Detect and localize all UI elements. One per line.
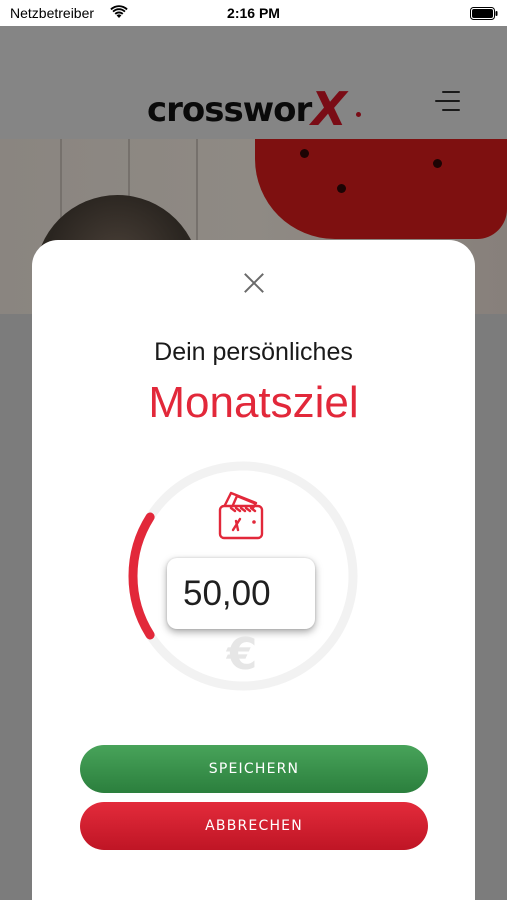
crossworx-logo[interactable]: crossworX [147,78,347,136]
battery-icon [470,7,498,20]
status-bar: Netzbetreiber 2:16 PM [0,0,507,26]
close-icon[interactable] [243,272,265,294]
amount-input[interactable] [167,558,315,629]
modal-title: Monatsziel [148,378,359,427]
modal-subtitle: Dein persönliches [154,338,353,366]
menu-icon[interactable] [435,91,460,111]
hero-red-object [255,139,507,239]
amount-field[interactable] [167,558,315,629]
save-button[interactable]: SPEICHERN [80,745,428,793]
clock-label: 2:16 PM [227,5,280,21]
euro-icon: € [226,629,258,680]
goal-progress-arc [128,512,155,640]
logo-dot [356,112,361,117]
wallet-goal-icon [218,491,264,540]
cancel-button[interactable]: ABBRECHEN [80,802,428,850]
